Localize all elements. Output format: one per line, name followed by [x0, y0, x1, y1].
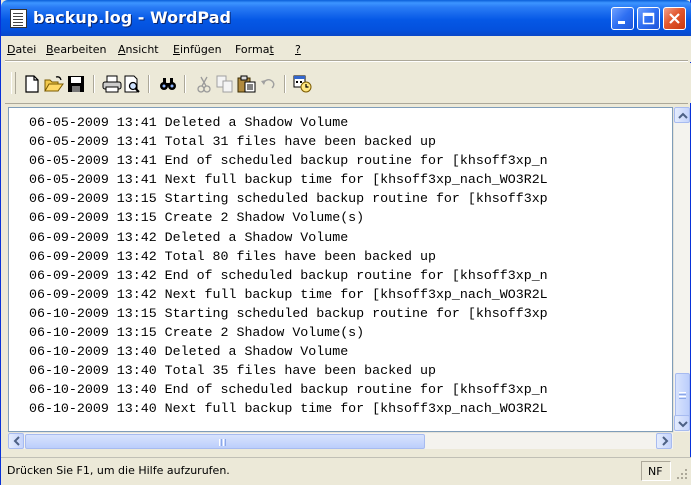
log-line: 06-10-2009 13:40 Deleted a Shadow Volume — [29, 344, 349, 360]
minimize-icon — [618, 21, 625, 24]
scroll-thumb-grip — [679, 392, 686, 393]
log-line: 06-09-2009 13:42 Deleted a Shadow Volume — [29, 229, 349, 245]
status-indicator-panel: NF — [641, 461, 671, 481]
chevron-down-icon — [678, 421, 688, 428]
maximize-button[interactable] — [637, 7, 660, 30]
status-bar: Drücken Sie F1, um die Hilfe aufzurufen.… — [1, 457, 691, 485]
close-icon — [669, 13, 680, 24]
menu-help[interactable]: ? — [295, 43, 301, 56]
log-line: 06-09-2009 13:15 Starting scheduled back… — [29, 191, 548, 207]
status-indicator: NF — [648, 465, 663, 478]
log-line: 06-05-2009 13:41 Total 31 files have bee… — [29, 134, 436, 150]
open-folder-icon[interactable] — [44, 75, 64, 93]
scroll-left-button[interactable] — [8, 433, 24, 449]
log-line: 06-09-2009 13:42 Total 80 files have bee… — [29, 248, 436, 264]
menu-format[interactable]: Format — [235, 43, 274, 56]
log-line: 06-05-2009 13:41 End of scheduled backup… — [29, 153, 548, 169]
log-line: 06-10-2009 13:40 End of scheduled backup… — [29, 382, 548, 398]
chevron-left-icon — [13, 436, 20, 446]
scroll-right-button[interactable] — [656, 433, 672, 449]
resize-grip-icon[interactable] — [676, 468, 688, 480]
status-help-text: Drücken Sie F1, um die Hilfe aufzurufen. — [7, 464, 230, 477]
log-line: 06-09-2009 13:42 End of scheduled backup… — [29, 267, 548, 283]
maximize-icon — [642, 12, 655, 25]
menu-divider-highlight — [5, 61, 688, 62]
cut-icon[interactable] — [195, 75, 213, 93]
menu-bearbeiten[interactable]: Bearbeiten — [46, 43, 106, 56]
window-title: backup.log - WordPad — [33, 8, 231, 27]
menu-ansicht[interactable]: Ansicht — [118, 43, 159, 56]
print-icon[interactable] — [102, 75, 122, 93]
vertical-scrollbar[interactable] — [673, 107, 690, 432]
toolbar-separator — [284, 75, 286, 93]
log-line: 06-10-2009 13:40 Total 35 files have bee… — [29, 363, 436, 379]
paste-icon[interactable] — [237, 75, 256, 93]
toolbar-separator — [148, 75, 150, 93]
wordpad-window: backup.log - WordPad Datei Bearbeiten An… — [0, 0, 691, 485]
find-icon[interactable] — [159, 75, 177, 93]
log-line: 06-10-2009 13:40 Next full backup time f… — [29, 401, 548, 417]
log-line: 06-09-2009 13:15 Create 2 Shadow Volume(… — [29, 210, 365, 226]
toolbar-separator — [184, 75, 186, 93]
toolbar — [1, 63, 691, 104]
wordpad-app-icon[interactable] — [10, 9, 27, 28]
log-line: 06-10-2009 13:15 Create 2 Shadow Volume(… — [29, 325, 365, 341]
log-line: 06-05-2009 13:41 Next full backup time f… — [29, 172, 548, 188]
log-line: 06-09-2009 13:42 Next full backup time f… — [29, 286, 548, 302]
log-line: 06-10-2009 13:15 Starting scheduled back… — [29, 305, 548, 321]
chevron-right-icon — [662, 436, 669, 446]
scroll-up-button[interactable] — [674, 107, 690, 123]
minimize-button[interactable] — [611, 7, 634, 30]
document-content: 06-05-2009 13:41 Deleted a Shadow Volume… — [29, 113, 548, 419]
menu-bar: Datei Bearbeiten Ansicht Einfügen Format… — [1, 36, 691, 62]
menu-datei[interactable]: Datei — [7, 43, 36, 56]
scrollbar-corner — [673, 432, 690, 449]
toolbar-grip[interactable] — [11, 72, 16, 94]
print-preview-icon[interactable] — [123, 75, 141, 93]
log-line: 06-05-2009 13:41 Deleted a Shadow Volume — [29, 115, 349, 130]
horizontal-scroll-thumb[interactable] — [25, 434, 425, 449]
toolbar-separator — [93, 75, 95, 93]
toolbar-divider — [5, 103, 688, 104]
scroll-thumb-grip — [219, 439, 220, 446]
new-document-icon[interactable] — [23, 75, 41, 93]
close-button[interactable] — [663, 7, 686, 30]
date-time-icon[interactable] — [293, 75, 312, 93]
title-bar[interactable]: backup.log - WordPad — [1, 0, 691, 36]
document-text-area[interactable]: 06-05-2009 13:41 Deleted a Shadow Volume… — [8, 107, 673, 432]
undo-icon[interactable] — [259, 75, 277, 93]
menu-einfuegen[interactable]: Einfügen — [173, 43, 222, 56]
copy-icon[interactable] — [216, 75, 234, 93]
scroll-down-button[interactable] — [674, 415, 690, 431]
horizontal-scrollbar[interactable] — [8, 432, 673, 449]
chevron-up-icon — [678, 112, 688, 119]
save-icon[interactable] — [67, 75, 85, 93]
